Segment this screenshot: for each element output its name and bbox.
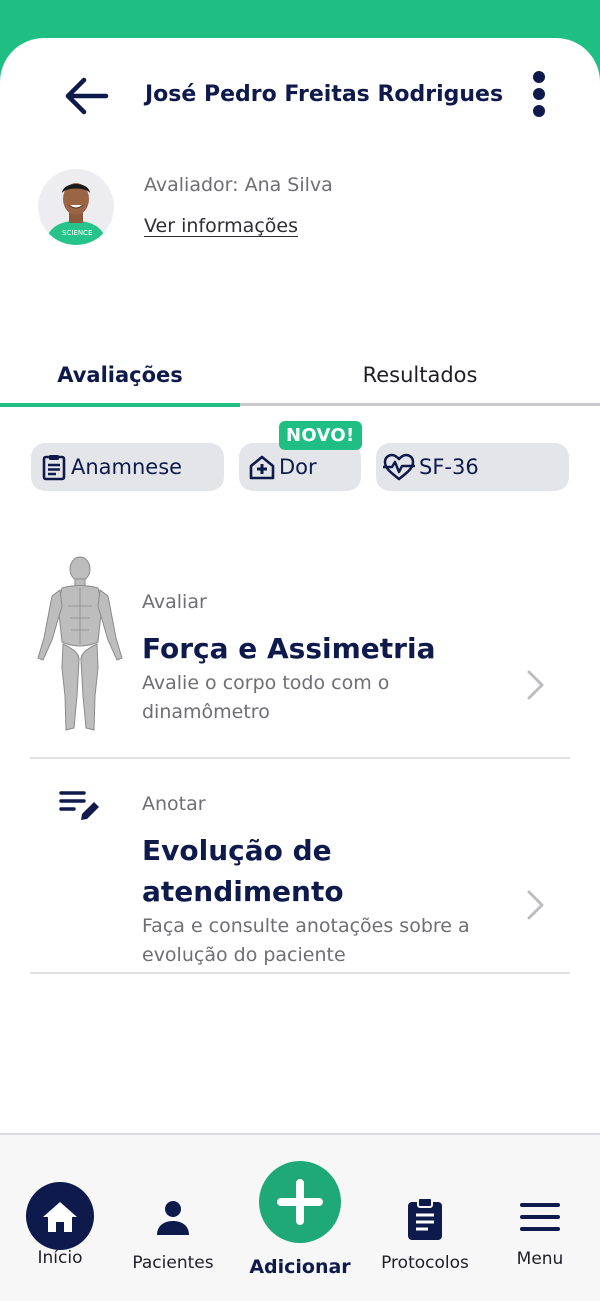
card-2-kicker: Anotar <box>142 793 206 815</box>
view-info-link[interactable]: Ver informações <box>144 215 298 237</box>
bottom-nav: Início Pacientes Adicionar Protocolos Me… <box>0 1133 600 1301</box>
svg-text:SCIENCE: SCIENCE <box>62 229 92 237</box>
nav-home-label: Início <box>37 1248 83 1268</box>
card-divider <box>30 757 570 759</box>
chip-sf36-label: SF-36 <box>419 455 479 479</box>
nav-protocols-label: Protocolos <box>381 1253 469 1273</box>
card-strength-asymmetry[interactable]: Avaliar Força e Assimetria Avalie o corp… <box>30 548 570 758</box>
clipboard-list-icon <box>42 455 66 481</box>
chip-dor[interactable]: Dor <box>239 443 361 491</box>
nav-add-label: Adicionar <box>249 1256 351 1278</box>
card-care-evolution[interactable]: Anotar Evolução de atendimento Faça e co… <box>30 768 570 974</box>
heart-pulse-icon <box>383 453 415 481</box>
evaluator-label: Avaliador: Ana Silva <box>144 174 333 196</box>
medical-house-icon <box>249 455 275 480</box>
chevron-right-icon <box>527 890 544 920</box>
person-icon <box>157 1201 189 1235</box>
arrow-left-icon <box>65 77 109 115</box>
edit-notes-icon <box>59 791 99 820</box>
new-badge: NOVO! <box>279 421 362 450</box>
nav-home[interactable]: Início <box>20 1181 100 1268</box>
patient-name-title: José Pedro Freitas Rodrigues <box>145 82 504 107</box>
card-1-kicker: Avaliar <box>142 591 207 613</box>
back-button[interactable] <box>62 74 112 118</box>
nav-patients-label: Pacientes <box>132 1253 214 1273</box>
clipboard-icon <box>408 1197 442 1240</box>
nav-menu-label: Menu <box>516 1249 564 1269</box>
card-1-description: Avalie o corpo todo com o dinamômetro <box>142 672 390 723</box>
card-2-description: Faça e consulte anotações sobre a evoluç… <box>142 915 470 966</box>
body-muscles-icon <box>37 556 123 731</box>
card-2-title: Evolução de atendimento <box>142 834 344 908</box>
nav-protocols[interactable]: Protocolos <box>375 1197 475 1273</box>
card-divider <box>30 972 570 974</box>
more-vertical-icon <box>533 71 545 117</box>
home-icon <box>26 1182 94 1250</box>
nav-add[interactable]: Adicionar <box>245 1161 355 1278</box>
hamburger-menu-icon <box>520 1203 560 1231</box>
patient-photo: SCIENCE <box>38 169 114 245</box>
nav-patients[interactable]: Pacientes <box>123 1197 223 1273</box>
more-options-button[interactable] <box>524 70 554 118</box>
nav-menu[interactable]: Menu <box>500 1201 580 1269</box>
card-1-title: Força e Assimetria <box>142 632 436 665</box>
chip-anamnese-label: Anamnese <box>71 455 183 479</box>
plus-icon <box>259 1161 341 1243</box>
avatar: SCIENCE <box>38 169 114 245</box>
tab-resultados[interactable]: Resultados <box>300 363 540 387</box>
screen-sheet: José Pedro Freitas Rodrigues SCIENCE Ava… <box>0 38 600 1299</box>
chip-dor-label: Dor <box>279 455 317 479</box>
chip-sf36[interactable]: SF-36 <box>376 443 569 491</box>
chevron-right-icon <box>527 670 544 700</box>
tab-avaliacoes[interactable]: Avaliações <box>0 363 240 387</box>
chip-anamnese[interactable]: Anamnese <box>31 443 224 491</box>
active-tab-indicator <box>0 403 240 407</box>
